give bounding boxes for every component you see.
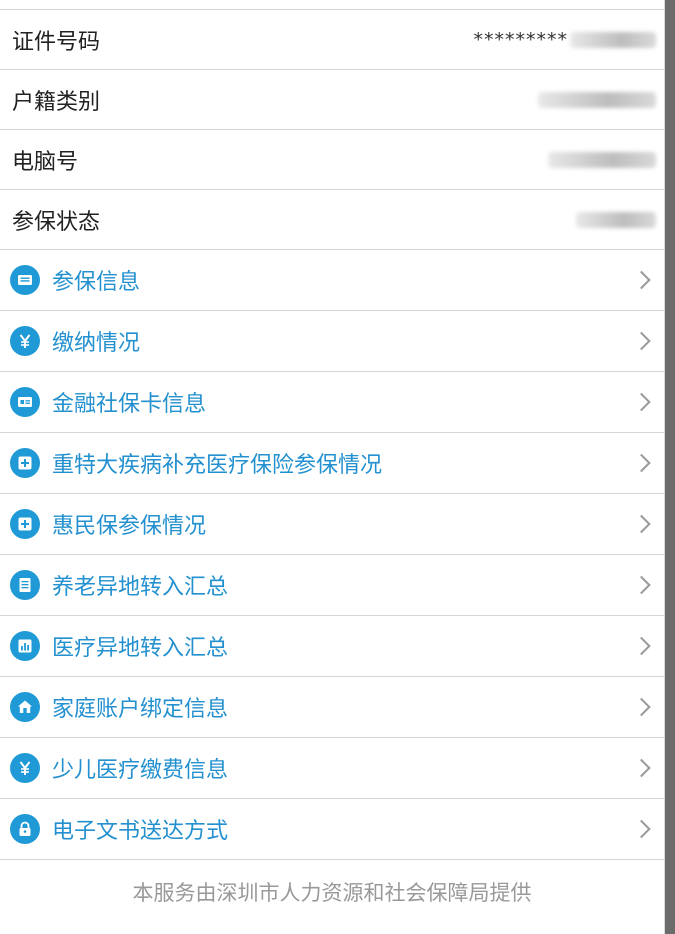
menu-item-label: 缴纳情况 xyxy=(52,331,141,356)
redacted-value xyxy=(538,91,656,108)
lock-icon xyxy=(10,814,40,844)
medical-cross-icon xyxy=(10,509,40,539)
info-row-household-type: 户籍类别 xyxy=(0,70,664,130)
menu-item-label: 少儿医疗缴费信息 xyxy=(52,758,229,783)
menu-item-pension-transfer[interactable]: 养老异地转入汇总 xyxy=(0,555,664,616)
id-card-icon xyxy=(10,265,40,295)
menu-item-insurance-info[interactable]: 参保信息 xyxy=(0,250,664,311)
info-label: 户籍类别 xyxy=(12,89,101,115)
chevron-right-icon xyxy=(632,392,651,412)
card-icon xyxy=(10,387,40,417)
info-row-computer-number: 电脑号 xyxy=(0,130,664,190)
chevron-right-icon xyxy=(632,331,651,351)
insurance-status-value xyxy=(576,190,656,249)
menu-item-label: 电子文书送达方式 xyxy=(52,819,229,844)
yen-icon xyxy=(10,326,40,356)
chevron-right-icon xyxy=(632,575,651,595)
menu-item-label: 重特大疾病补充医疗保险参保情况 xyxy=(52,453,383,478)
redacted-value xyxy=(570,31,656,48)
bar-chart-icon xyxy=(10,631,40,661)
menu-item-family-account[interactable]: 家庭账户绑定信息 xyxy=(0,677,664,738)
menu-item-medical-transfer[interactable]: 医疗异地转入汇总 xyxy=(0,616,664,677)
menu-item-label: 医疗异地转入汇总 xyxy=(52,636,229,661)
id-number-value: ********* xyxy=(473,10,656,69)
menu-item-huiminbao[interactable]: 惠民保参保情况 xyxy=(0,494,664,555)
chevron-right-icon xyxy=(632,270,651,290)
menu-item-label: 家庭账户绑定信息 xyxy=(52,697,229,722)
chevron-right-icon xyxy=(632,697,651,717)
menu-item-label: 惠民保参保情况 xyxy=(52,514,207,539)
info-label: 证件号码 xyxy=(12,29,101,55)
medical-cross-icon xyxy=(10,448,40,478)
info-row-id-number: 证件号码 ********* xyxy=(0,10,664,70)
menu-item-label: 养老异地转入汇总 xyxy=(52,575,229,600)
page-container: 证件号码 ********* 户籍类别 电脑号 参保状态 参保信息 缴纳情况 金… xyxy=(0,0,665,934)
menu-item-label: 金融社保卡信息 xyxy=(52,392,207,417)
menu-item-financial-card[interactable]: 金融社保卡信息 xyxy=(0,372,664,433)
info-row-insurance-status: 参保状态 xyxy=(0,190,664,250)
menu-item-e-document-delivery[interactable]: 电子文书送达方式 xyxy=(0,799,664,860)
chevron-right-icon xyxy=(632,819,651,839)
info-label: 电脑号 xyxy=(12,149,79,175)
chevron-right-icon xyxy=(632,636,651,656)
home-icon xyxy=(10,692,40,722)
menu-item-critical-illness[interactable]: 重特大疾病补充医疗保险参保情况 xyxy=(0,433,664,494)
yen-icon xyxy=(10,753,40,783)
menu-item-label: 参保信息 xyxy=(52,270,141,295)
masked-value: ********* xyxy=(473,28,568,51)
menu-item-child-medical-payment[interactable]: 少儿医疗缴费信息 xyxy=(0,738,664,799)
top-divider xyxy=(0,0,664,10)
household-type-value xyxy=(538,70,656,129)
redacted-value xyxy=(576,211,656,228)
footer-provider-text: 本服务由深圳市人力资源和社会保障局提供 xyxy=(132,881,532,905)
chevron-right-icon xyxy=(632,758,651,778)
chevron-right-icon xyxy=(632,453,651,473)
info-label: 参保状态 xyxy=(12,209,101,235)
computer-number-value xyxy=(548,130,656,189)
redacted-value xyxy=(548,151,656,168)
document-icon xyxy=(10,570,40,600)
chevron-right-icon xyxy=(632,514,651,534)
menu-item-payment-status[interactable]: 缴纳情况 xyxy=(0,311,664,372)
